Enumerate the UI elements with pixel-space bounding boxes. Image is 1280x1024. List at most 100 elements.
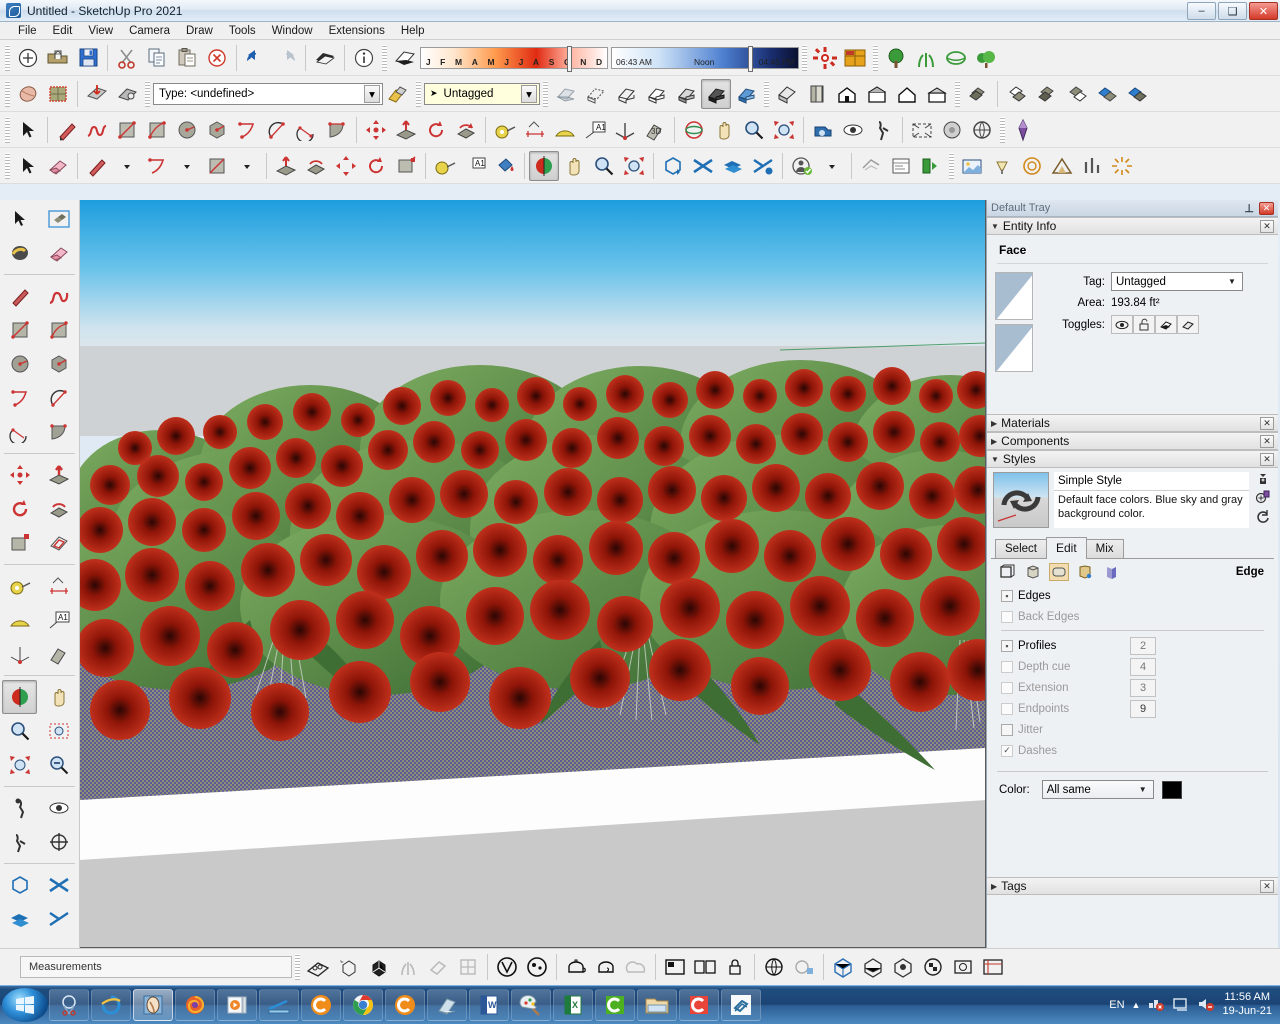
extension-warehouse-button[interactable] [886,151,916,181]
taskbar-microsoft-word[interactable]: W [469,989,509,1021]
cut-button[interactable] [112,43,142,73]
taskbar-snipping-tool[interactable] [49,989,89,1021]
wireframe-button[interactable] [611,79,641,109]
taskbar-sketchup[interactable] [721,989,761,1021]
previous-view-tool[interactable] [41,748,76,782]
render-output-button[interactable] [948,952,978,982]
unlock-icon[interactable] [1133,315,1155,334]
close-icon[interactable]: ✕ [1260,416,1274,430]
dimension-tool[interactable] [41,569,76,603]
move-tool-button[interactable] [361,115,391,145]
redo-button[interactable] [271,43,301,73]
edge-color-swatch[interactable] [1161,780,1182,799]
checkbox-row-depth-cue[interactable]: Depth cue 4 [991,656,1274,677]
select-tool-large-button[interactable] [13,151,43,181]
iso-view-button[interactable] [772,79,802,109]
toolbar-grip[interactable] [543,80,548,107]
render-help-button[interactable] [1107,151,1137,181]
extension-value[interactable]: 3 [1130,678,1156,697]
shrub-tool-button[interactable] [971,43,1001,73]
orbit-tool-large-button[interactable] [529,150,559,181]
pan-tool[interactable] [41,680,76,714]
windows-start-orb-icon[interactable] [2,988,48,1022]
tree-tool-button[interactable] [881,43,911,73]
cast-shadows-icon[interactable] [1155,315,1177,334]
polygon-tool-button[interactable] [202,115,232,145]
checkbox-row-edges[interactable]: ▪ Edges [991,585,1274,606]
checker-texture-button[interactable] [918,952,948,982]
tab-edit[interactable]: Edit [1045,537,1087,559]
arc-tool-large-button[interactable] [142,151,172,181]
toolbar-grip[interactable] [416,80,421,107]
create-style-icon[interactable] [1256,472,1270,489]
vray-render-button[interactable] [492,952,522,982]
paste-button[interactable] [172,43,202,73]
left-view-button[interactable] [922,79,952,109]
paint-bucket-large-button[interactable] [490,151,520,181]
refresh-style-icon[interactable] [1255,509,1271,528]
solid-tools-outer-shell[interactable] [2,868,37,902]
month-slider-handle[interactable] [567,45,572,72]
checkbox-row-jitter[interactable]: Jitter [991,719,1274,740]
tape-measure-tool-button[interactable] [490,115,520,145]
menu-item-tools[interactable]: Tools [221,23,264,39]
axes-tool[interactable] [2,637,37,671]
rotated-rectangle-tool[interactable] [41,313,76,347]
copy-button[interactable] [142,43,172,73]
tab-select[interactable]: Select [995,539,1047,558]
globe-button[interactable] [759,952,789,982]
tape-measure-tool[interactable] [2,569,37,603]
type-dropdown[interactable]: Type: <undefined> ▾ [153,82,383,105]
pan-tool-button[interactable] [709,115,739,145]
geo-location-button[interactable] [1008,115,1038,145]
component-blue-button[interactable] [1092,79,1122,109]
close-icon[interactable]: ✕ [1260,879,1274,893]
text-tool[interactable]: A1 [41,603,76,637]
three-point-arc-tool[interactable] [2,415,37,449]
style-thumbnail[interactable] [993,472,1049,528]
profiles-checkbox[interactable]: ▪ [1001,639,1013,652]
endpoints-value[interactable]: 9 [1130,699,1156,718]
axes-tool-button[interactable] [610,115,640,145]
menu-item-window[interactable]: Window [264,23,321,39]
solid-tools-intersect[interactable] [41,868,76,902]
toolbar-grip[interactable] [764,80,769,107]
minimize-button[interactable]: – [1187,2,1216,20]
face-settings-icon[interactable] [1023,563,1043,581]
solid-tools-outer-shell-button[interactable] [658,151,688,181]
two-point-arc-tool-button[interactable] [262,115,292,145]
monochrome-button[interactable] [731,79,761,109]
toolbar-grip[interactable] [955,80,960,107]
rotate-tool-button[interactable] [421,115,451,145]
chevron-down-icon[interactable]: ▼ [1135,785,1151,794]
panel-header-components[interactable]: ▶ Components ✕ [987,432,1278,450]
right-view-button[interactable] [862,79,892,109]
section-cut-button[interactable] [112,79,142,109]
watermark-settings-icon[interactable] [1075,563,1095,581]
leaf-render-button[interactable] [423,952,453,982]
position-camera-tool-button[interactable] [808,115,838,145]
taskbar-photo-viewer[interactable] [133,989,173,1021]
freehand-tool[interactable] [41,279,76,313]
select-tool-button[interactable] [13,115,43,145]
receive-shadows-icon[interactable] [1177,315,1199,334]
language-indicator[interactable]: EN [1109,999,1124,1011]
back-view-button[interactable] [892,79,922,109]
undo-button[interactable] [241,43,271,73]
explode-button[interactable] [1002,79,1032,109]
chevron-down-icon[interactable]: ▾ [364,84,380,103]
teapot-render-button[interactable] [561,952,591,982]
three-point-arc-tool-button[interactable] [292,115,322,145]
arc-tool-dropdown[interactable] [172,151,202,181]
taskbar-clock[interactable]: 11:56 AM 19-Jun-21 [1222,991,1272,1019]
push-pull-tool-button[interactable] [391,115,421,145]
dynamic-components-button[interactable] [810,43,840,73]
solid-tools-union[interactable] [2,902,37,936]
time-slider[interactable]: 06:43 AM Noon 04:45 PM [611,45,799,72]
3d-warehouse-button[interactable] [856,151,886,181]
xray-toggle-button[interactable] [551,79,581,109]
lock-scene-button[interactable] [720,952,750,982]
proxy-preview-button[interactable] [888,952,918,982]
month-slider[interactable]: J F M A M J J A S O N D [420,45,608,72]
scene-manager-button[interactable] [660,952,690,982]
